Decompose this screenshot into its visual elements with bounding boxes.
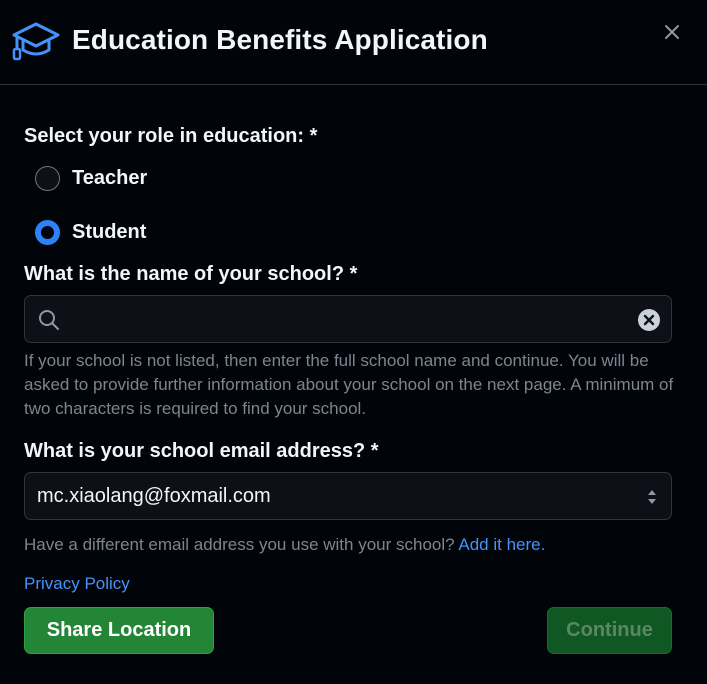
- teacher-radio[interactable]: [35, 166, 60, 191]
- teacher-radio-label: Teacher: [72, 167, 148, 189]
- continue-button[interactable]: Continue: [547, 607, 672, 654]
- privacy-policy-link[interactable]: Privacy Policy: [24, 574, 130, 594]
- close-button[interactable]: [660, 20, 684, 44]
- search-icon: [39, 310, 59, 330]
- student-radio[interactable]: [35, 220, 60, 245]
- close-icon: [665, 25, 679, 39]
- education-benefits-dialog: Education Benefits Application Select yo…: [0, 0, 707, 684]
- school-email-select[interactable]: mc.xiaolang@foxmail.com: [24, 472, 672, 520]
- email-label: What is your school email address? *: [24, 440, 379, 462]
- alt-email-prompt: Have a different email address you use w…: [24, 535, 455, 554]
- graduation-cap-icon: [12, 22, 60, 61]
- student-radio-label: Student: [72, 221, 147, 243]
- select-updown-icon: [648, 490, 656, 504]
- role-option-teacher[interactable]: Teacher: [35, 166, 147, 191]
- clear-icon[interactable]: [637, 308, 661, 332]
- add-email-link[interactable]: Add it here.: [458, 535, 545, 554]
- role-option-student[interactable]: Student: [35, 220, 146, 245]
- dialog-title: Education Benefits Application: [72, 24, 488, 55]
- school-hint-text: If your school is not listed, then enter…: [24, 351, 674, 418]
- dialog-header: Education Benefits Application: [0, 0, 707, 85]
- school-search-field[interactable]: [24, 295, 672, 343]
- school-search-input[interactable]: [71, 304, 631, 334]
- school-label: What is the name of your school? *: [24, 263, 358, 285]
- share-location-button[interactable]: Share Location: [24, 607, 214, 654]
- role-label: Select your role in education: *: [24, 125, 318, 147]
- alt-email-text: Have a different email address you use w…: [24, 535, 545, 555]
- selected-email: mc.xiaolang@foxmail.com: [37, 485, 271, 507]
